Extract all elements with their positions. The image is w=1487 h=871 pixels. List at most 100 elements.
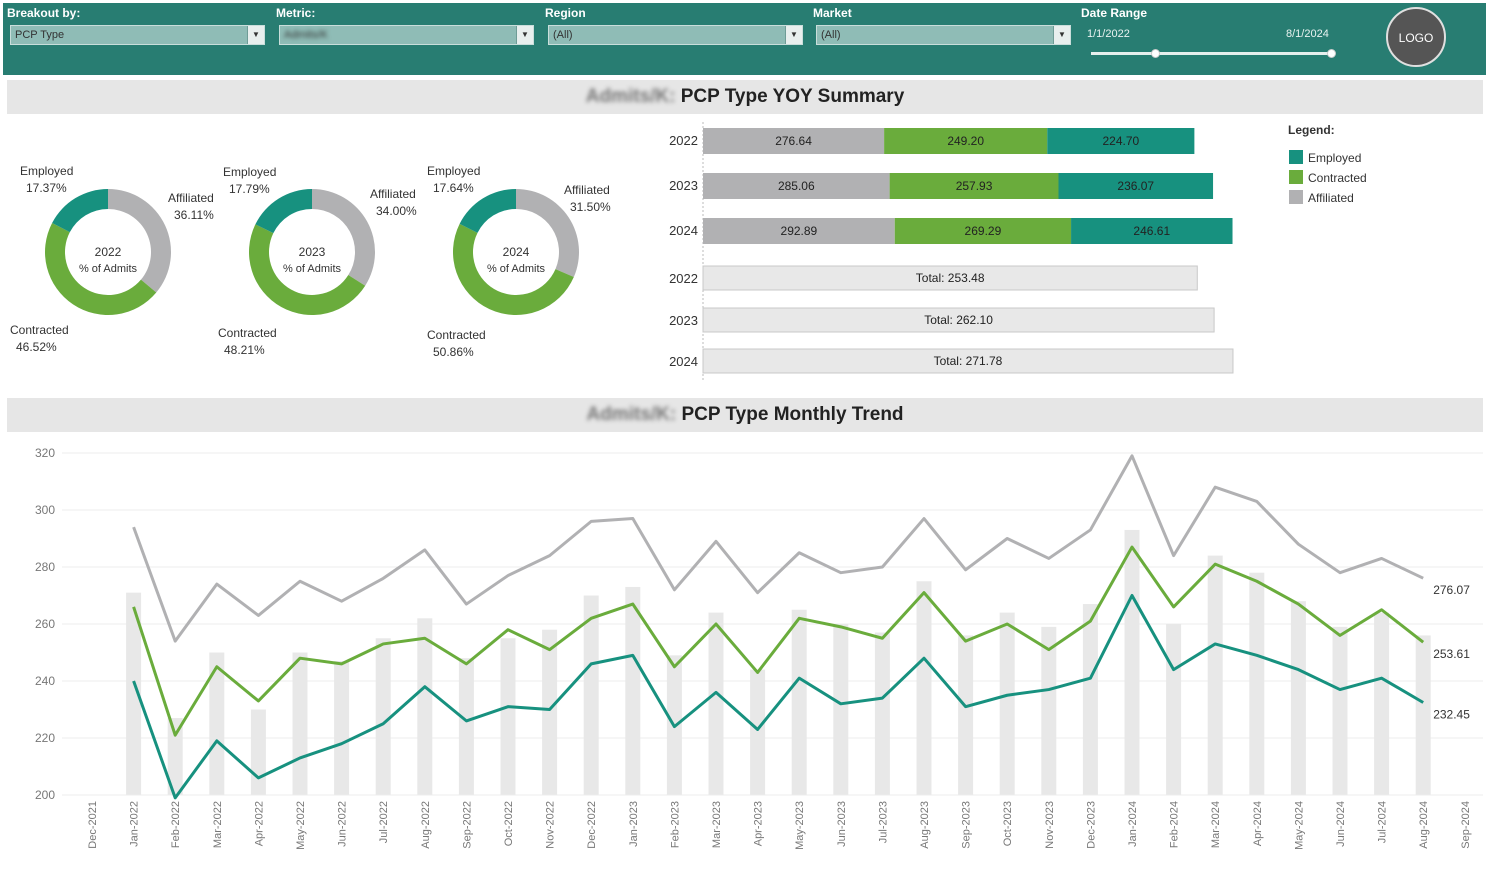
date-range-start: 1/1/2022 — [1087, 28, 1130, 40]
donut-value-employed: 17.37% — [26, 181, 67, 195]
trend-end-label-employed: 232.45 — [1433, 708, 1470, 722]
total-year-label: 2022 — [669, 271, 698, 286]
total-column — [375, 638, 391, 795]
total-column — [1332, 626, 1348, 795]
x-tick-label: Sep-2022 — [461, 801, 473, 849]
x-tick-label: Jul-2023 — [877, 801, 889, 843]
x-tick-label: Feb-2023 — [669, 801, 681, 848]
total-column — [1374, 612, 1390, 795]
x-tick-label: May-2023 — [794, 801, 806, 850]
donut-label-affiliated: Affiliated — [168, 191, 214, 205]
total-column — [1041, 626, 1057, 795]
date-range-end: 8/1/2024 — [1286, 28, 1329, 40]
total-column — [625, 586, 641, 795]
trend-line-contracted — [132, 545, 1425, 737]
date-range-start-handle[interactable] — [1151, 49, 1160, 58]
legend-item-employed: Employed — [1308, 151, 1361, 165]
donut-label-affiliated: Affiliated — [564, 183, 610, 197]
donut-label-employed: Employed — [20, 164, 73, 178]
x-tick-label: Feb-2024 — [1169, 801, 1181, 848]
stacked-bar-value: 257.93 — [956, 179, 993, 193]
breakout-label: Breakout by: — [7, 6, 81, 20]
donut-year: 2022 — [95, 245, 122, 259]
region-value: (All) — [553, 29, 573, 41]
x-tick-label: Dec-2021 — [87, 801, 99, 849]
y-tick-label: 280 — [35, 560, 55, 574]
stacked-bar-value: 276.64 — [775, 134, 812, 148]
bar-year-label: 2024 — [669, 223, 698, 238]
legend-item-affiliated: Affiliated — [1308, 191, 1354, 205]
monthly-trend-chart: 200 220 240 260 280 300 320 276.07 253.61 232.45 D… — [35, 446, 1483, 850]
donut-label-contracted: Contracted — [10, 323, 69, 337]
region-dropdown[interactable]: (All) ▼ — [548, 25, 803, 45]
donut-year: 2023 — [299, 245, 326, 259]
summary-metric-name: Admits/K: — [585, 86, 676, 107]
breakout-dropdown[interactable]: PCP Type ▼ — [10, 25, 265, 45]
total-bar-label: Total: 271.78 — [934, 354, 1003, 368]
x-tick-label: Dec-2023 — [1085, 801, 1097, 849]
trend-metric-name: Admits/K: — [586, 404, 677, 425]
x-tick-label: May-2024 — [1293, 801, 1305, 850]
donut-subtitle: % of Admits — [79, 263, 138, 275]
date-range-end-handle[interactable] — [1327, 49, 1336, 58]
x-tick-label: Oct-2022 — [503, 801, 515, 846]
x-tick-label: Aug-2023 — [919, 801, 931, 849]
x-tick-label: Jun-2022 — [337, 801, 349, 847]
total-column — [292, 652, 308, 795]
total-column — [791, 609, 807, 795]
donut-slice-affiliated — [108, 189, 172, 293]
market-dropdown[interactable]: (All) ▼ — [816, 25, 1071, 45]
total-column — [833, 624, 849, 795]
chevron-down-icon: ▼ — [516, 26, 533, 44]
x-tick-label: Apr-2024 — [1252, 801, 1264, 846]
y-tick-label: 300 — [35, 503, 55, 517]
donut-value-employed: 17.64% — [433, 181, 474, 195]
x-tick-label: Jan-2023 — [628, 801, 640, 847]
breakout-value: PCP Type — [15, 29, 65, 41]
donut-subtitle: % of Admits — [487, 263, 546, 275]
donut-value-affiliated: 36.11% — [174, 208, 214, 222]
x-tick-label: Oct-2023 — [1002, 801, 1014, 846]
donut-label-employed: Employed — [427, 164, 480, 178]
total-column — [1166, 624, 1182, 795]
x-tick-label: Jul-2024 — [1377, 801, 1389, 843]
donut-value-contracted: 50.86% — [433, 345, 474, 359]
total-column — [750, 669, 766, 795]
summary-title: PCP Type YOY Summary — [680, 86, 905, 107]
trend-section-header: Admits/K: PCP Type Monthly Trend — [7, 398, 1483, 432]
x-tick-label: Aug-2024 — [1418, 801, 1430, 849]
total-bar-label: Total: 262.10 — [924, 313, 993, 327]
metric-label: Metric: — [276, 6, 316, 20]
x-tick-label: Mar-2023 — [711, 801, 723, 848]
total-column — [417, 618, 433, 795]
x-tick-label: Aug-2022 — [420, 801, 432, 849]
trend-end-label-contracted: 253.61 — [1433, 647, 1470, 661]
total-column — [458, 658, 474, 795]
x-tick-label: Mar-2024 — [1210, 801, 1222, 848]
total-year-label: 2023 — [669, 313, 698, 328]
date-range-slider[interactable] — [1091, 52, 1331, 55]
total-column — [583, 595, 599, 795]
total-column — [916, 581, 932, 795]
x-tick-label: Dec-2022 — [586, 801, 598, 849]
total-column — [1082, 604, 1098, 795]
stacked-bar-value: 292.89 — [781, 224, 818, 238]
donut-label-affiliated: Affiliated — [370, 187, 416, 201]
stacked-bar-value: 236.07 — [1117, 179, 1154, 193]
x-tick-label: Feb-2022 — [170, 801, 182, 848]
x-tick-label: May-2022 — [295, 801, 307, 850]
total-bar-label: Total: 253.48 — [916, 271, 985, 285]
donut-year: 2024 — [503, 245, 530, 259]
stacked-bar-value: 269.29 — [965, 224, 1002, 238]
total-column — [542, 629, 558, 795]
total-column — [999, 612, 1015, 795]
x-tick-label: Jul-2022 — [378, 801, 390, 843]
x-tick-label: Jan-2022 — [129, 801, 141, 847]
x-tick-label: Sep-2024 — [1460, 801, 1472, 849]
metric-dropdown[interactable]: Admits/K ▼ — [279, 25, 534, 45]
total-column — [958, 635, 974, 795]
donut-value-affiliated: 31.50% — [570, 200, 611, 214]
donut-label-contracted: Contracted — [427, 328, 486, 342]
donut-label-contracted: Contracted — [218, 326, 277, 340]
legend-swatch-employed — [1289, 150, 1303, 164]
